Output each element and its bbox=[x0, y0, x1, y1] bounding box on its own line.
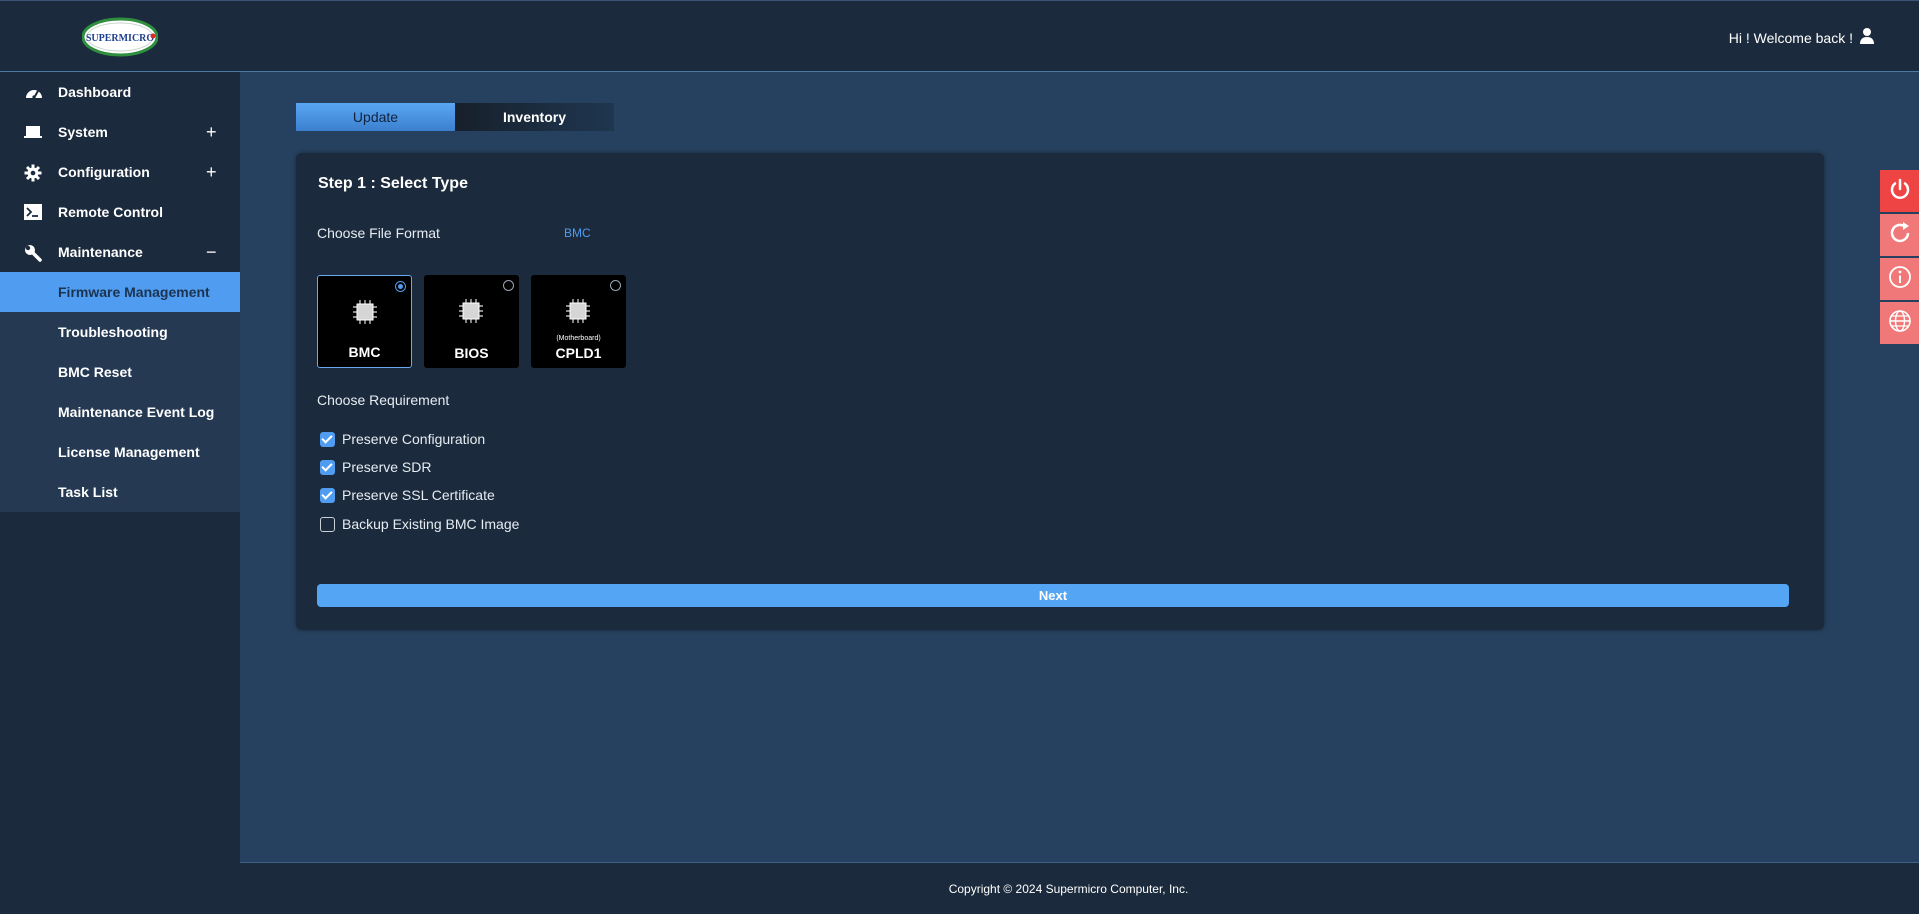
checkbox-label: Backup Existing BMC Image bbox=[342, 516, 520, 532]
type-name: BMC bbox=[348, 344, 381, 360]
checkbox-backup-existing-bmc-image[interactable]: Backup Existing BMC Image bbox=[320, 516, 519, 532]
radio-bmc[interactable] bbox=[395, 281, 406, 292]
expand-icon[interactable]: + bbox=[206, 162, 217, 183]
radio-cpld1[interactable] bbox=[610, 280, 621, 291]
checkbox[interactable] bbox=[320, 487, 335, 503]
sidebar-item-label: Remote Control bbox=[58, 204, 163, 220]
sidebar-item-task-list[interactable]: Task List bbox=[0, 472, 240, 512]
expand-icon[interactable]: + bbox=[206, 122, 217, 143]
checkbox-preserve-configuration[interactable]: Preserve Configuration bbox=[320, 431, 485, 447]
language-button[interactable] bbox=[1880, 302, 1919, 344]
tab-update[interactable]: Update bbox=[296, 103, 455, 131]
sidebar-subitem-label: Task List bbox=[58, 484, 118, 500]
user-icon[interactable] bbox=[1859, 27, 1875, 48]
sidebar-item-remote-control[interactable]: Remote Control bbox=[0, 192, 240, 232]
gear-icon bbox=[24, 164, 42, 182]
chip-icon bbox=[351, 298, 379, 326]
svg-text:SUPERMICRO: SUPERMICRO bbox=[86, 33, 155, 44]
info-icon bbox=[1888, 265, 1912, 294]
sidebar-item-configuration[interactable]: Configuration + bbox=[0, 152, 240, 192]
wrench-icon bbox=[24, 244, 42, 262]
power-icon bbox=[1888, 177, 1912, 206]
sidebar-item-maintenance-event-log[interactable]: Maintenance Event Log bbox=[0, 392, 240, 432]
checkbox[interactable] bbox=[320, 516, 335, 532]
checkbox-label: Preserve Configuration bbox=[342, 431, 486, 447]
type-card-bmc[interactable]: BMC bbox=[317, 275, 412, 368]
maintenance-submenu: Firmware Management Troubleshooting BMC … bbox=[0, 272, 240, 512]
welcome-text: Hi ! Welcome back ! bbox=[1728, 29, 1853, 46]
type-card-bios[interactable]: BIOS bbox=[424, 275, 519, 368]
type-name: CPLD1 bbox=[555, 345, 602, 361]
sidebar-subitem-label: BMC Reset bbox=[58, 364, 132, 380]
type-name: BIOS bbox=[454, 345, 489, 361]
sidebar-subitem-label: Firmware Management bbox=[58, 284, 210, 300]
sidebar-subitem-label: Maintenance Event Log bbox=[58, 404, 215, 420]
sidebar-item-license-management[interactable]: License Management bbox=[0, 432, 240, 472]
tab-inventory[interactable]: Inventory bbox=[455, 103, 614, 131]
sidebar-item-system[interactable]: System + bbox=[0, 112, 240, 152]
update-card: Step 1 : Select Type Choose File Format … bbox=[296, 153, 1824, 630]
laptop-icon bbox=[24, 124, 42, 140]
collapse-icon[interactable]: − bbox=[206, 242, 217, 263]
sidebar-item-label: Dashboard bbox=[58, 84, 132, 100]
sidebar-item-firmware-management[interactable]: Firmware Management bbox=[0, 272, 240, 312]
checkbox[interactable] bbox=[320, 459, 335, 475]
sidebar: Dashboard System + Configuration + Remot… bbox=[0, 72, 240, 914]
next-button[interactable]: Next bbox=[317, 584, 1789, 607]
type-card-cpld1[interactable]: (Motherboard) CPLD1 bbox=[531, 275, 626, 368]
welcome-area: Hi ! Welcome back ! bbox=[1729, 27, 1875, 48]
info-button[interactable] bbox=[1880, 258, 1919, 300]
sidebar-item-maintenance[interactable]: Maintenance − bbox=[0, 232, 240, 272]
radio-bios[interactable] bbox=[503, 280, 514, 291]
copyright-text: Copyright © 2024 Supermicro Computer, In… bbox=[948, 881, 1189, 896]
sidebar-item-label: System bbox=[58, 124, 108, 140]
file-format-value: BMC bbox=[564, 226, 591, 240]
top-header: SUPERMICRO Hi ! Welcome back ! bbox=[0, 0, 1919, 72]
sidebar-subitem-label: Troubleshooting bbox=[58, 324, 168, 340]
checkbox-preserve-sdr[interactable]: Preserve SDR bbox=[320, 459, 431, 475]
sidebar-item-bmc-reset[interactable]: BMC Reset bbox=[0, 352, 240, 392]
footer: Copyright © 2024 Supermicro Computer, In… bbox=[240, 862, 1919, 914]
sidebar-item-dashboard[interactable]: Dashboard bbox=[0, 72, 240, 112]
power-button[interactable] bbox=[1880, 170, 1919, 212]
checkbox-preserve-ssl-certificate[interactable]: Preserve SSL Certificate bbox=[320, 487, 495, 503]
sidebar-item-label: Maintenance bbox=[58, 244, 143, 260]
checkbox-label: Preserve SSL Certificate bbox=[342, 487, 495, 503]
terminal-icon bbox=[24, 204, 42, 220]
step-title: Step 1 : Select Type bbox=[318, 175, 468, 192]
checkbox-label: Preserve SDR bbox=[342, 459, 432, 475]
type-subtitle: (Motherboard) bbox=[556, 335, 601, 342]
supermicro-logo[interactable]: SUPERMICRO bbox=[81, 17, 159, 57]
sidebar-subitem-label: License Management bbox=[58, 444, 200, 460]
file-format-label: Choose File Format bbox=[317, 225, 440, 241]
refresh-icon bbox=[1888, 221, 1912, 250]
globe-icon bbox=[1888, 309, 1912, 338]
requirement-label: Choose Requirement bbox=[317, 392, 450, 408]
sidebar-item-troubleshooting[interactable]: Troubleshooting bbox=[0, 312, 240, 352]
sidebar-item-label: Configuration bbox=[58, 164, 150, 180]
dashboard-icon bbox=[24, 84, 42, 100]
tab-bar: Update Inventory bbox=[296, 103, 614, 131]
side-action-buttons bbox=[1880, 170, 1919, 346]
refresh-button[interactable] bbox=[1880, 214, 1919, 256]
checkbox[interactable] bbox=[320, 431, 335, 447]
chip-icon bbox=[457, 297, 485, 325]
chip-icon bbox=[564, 297, 592, 325]
